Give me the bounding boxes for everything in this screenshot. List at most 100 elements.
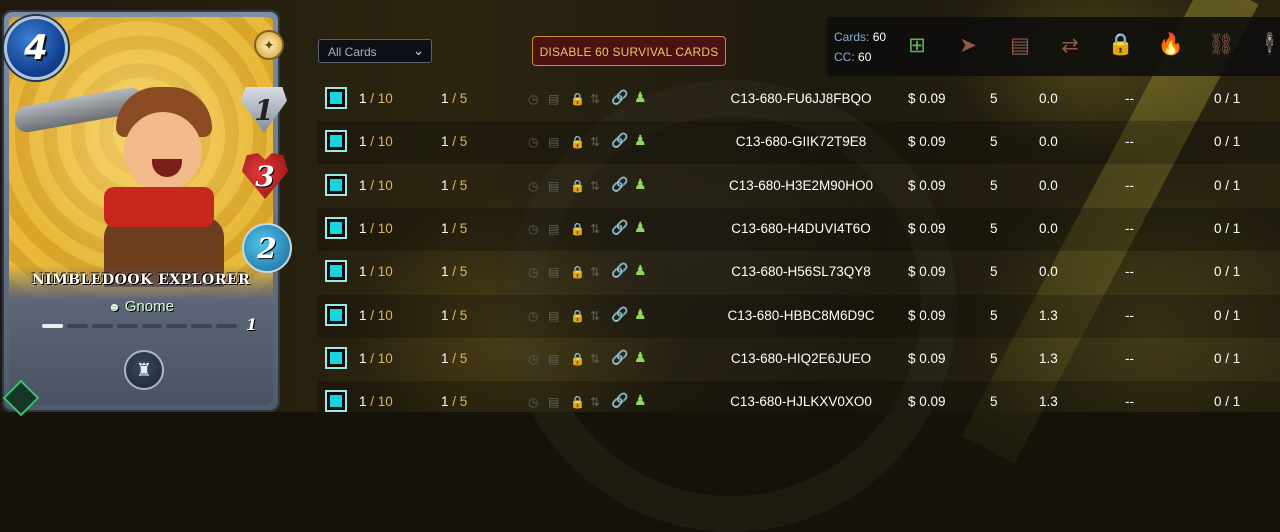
- card-id[interactable]: C13-680-GIIK72T9E8: [721, 134, 881, 149]
- owner-icon[interactable]: ♟: [634, 132, 647, 149]
- power-cell: 0.0: [1039, 264, 1058, 280]
- owner-icon[interactable]: ♟: [634, 262, 647, 279]
- card-id[interactable]: C13-680-HIQ2E6JUEO: [721, 351, 881, 366]
- uses-cell: 0 / 1: [1214, 220, 1241, 236]
- send-icon[interactable]: ➤: [955, 32, 981, 58]
- owner-icon[interactable]: ♟: [634, 349, 647, 366]
- power-cell: 0.0: [1039, 134, 1058, 150]
- uses-cell: 0 / 1: [1214, 350, 1241, 366]
- level-cell: 1 / 10: [359, 178, 393, 193]
- cards-count-label: Cards:: [834, 30, 870, 44]
- row-select-checkbox[interactable]: [325, 87, 347, 109]
- bcx-value: 1: [441, 350, 449, 366]
- rental-cell: --: [1125, 220, 1134, 236]
- uses-cell: 0 / 1: [1214, 394, 1241, 410]
- row-select-checkbox[interactable]: [325, 173, 347, 196]
- rental-cell: --: [1125, 350, 1134, 366]
- card-type: ☻ Gnome: [2, 298, 280, 315]
- table-row[interactable]: 1 / 10 1 / 5 ◷ ▤ 🔒 ⇅ 🔗 ♟ C13-680-HJLKXV0XO0 $ 0.0…: [318, 381, 1280, 412]
- level-max: / 10: [370, 394, 393, 410]
- link-icon[interactable]: 🔗: [611, 306, 628, 323]
- level-segment: [116, 324, 138, 328]
- table-row[interactable]: 1 / 10 1 / 5 ◷ ▤ 🔒 ⇅ 🔗 ♟ C13-680-HIQ2E6JUEO $ 0.0…: [318, 338, 1280, 381]
- market-sell-icon[interactable]: ▤: [1007, 32, 1033, 58]
- rental-cell: --: [1125, 134, 1134, 150]
- lock-icon: 🔒: [570, 221, 585, 236]
- bcx-value: 1: [441, 177, 449, 193]
- burn-icon[interactable]: 🔥: [1158, 32, 1184, 58]
- disable-survival-cards-button[interactable]: DISABLE 60 SURVIVAL CARDS: [532, 36, 726, 66]
- link-icon[interactable]: 🔗: [611, 132, 628, 149]
- row-select-checkbox[interactable]: [325, 130, 347, 153]
- lock-icon: 🔒: [570, 135, 585, 150]
- level-value: 1: [359, 350, 367, 366]
- uses-cell: 0 / 1: [1214, 91, 1241, 106]
- card-id[interactable]: C13-680-FU6JJ8FBQO: [721, 91, 881, 106]
- table-row[interactable]: 1 / 10 1 / 5 ◷ ▤ 🔒 ⇅ 🔗 ♟ C13-680-FU6JJ8FBQO $ 0.0…: [318, 78, 1280, 121]
- table-row[interactable]: 1 / 10 1 / 5 ◷ ▤ 🔒 ⇅ 🔗 ♟ C13-680-H56SL73QY8 $ 0.0…: [318, 251, 1280, 294]
- transfer-icon[interactable]: ⇄: [1057, 32, 1083, 58]
- rental-cell: --: [1125, 177, 1134, 193]
- link-icon[interactable]: 🔗: [611, 89, 628, 106]
- price-cell: $ 0.09: [908, 307, 946, 323]
- table-row[interactable]: 1 / 10 1 / 5 ◷ ▤ 🔒 ⇅ 🔗 ♟ C13-680-H3E2M90HO0 $ 0.0…: [318, 165, 1280, 208]
- card-id[interactable]: C13-680-H56SL73QY8: [721, 264, 881, 279]
- price-cell: $ 0.09: [908, 350, 946, 366]
- card-table: 1 / 10 1 / 5 ◷ ▤ 🔒 ⇅ 🔗 ♟ C13-680-FU6JJ8FBQO $ 0.0…: [318, 78, 1280, 412]
- lock-icon: 🔒: [570, 351, 585, 366]
- market-icon: ▤: [548, 92, 560, 106]
- transfer-icon: ⇅: [590, 178, 601, 193]
- table-row[interactable]: 1 / 10 1 / 5 ◷ ▤ 🔒 ⇅ 🔗 ♟ C13-680-H4DUVI4T6O $ 0.0…: [318, 207, 1280, 251]
- row-select-checkbox[interactable]: [325, 390, 347, 412]
- link-icon[interactable]: 🔗: [611, 262, 628, 279]
- delegate-icon[interactable]: 🕴: [1257, 32, 1280, 58]
- level-value: 1: [359, 134, 367, 150]
- card-id[interactable]: C13-680-H3E2M90HO0: [721, 178, 881, 193]
- card-id[interactable]: C13-680-HJLKXV0XO0: [721, 394, 881, 409]
- price-cell: $ 0.09: [908, 134, 946, 150]
- level-segment: [216, 324, 237, 328]
- table-row[interactable]: 1 / 10 1 / 5 ◷ ▤ 🔒 ⇅ 🔗 ♟ C13-680-GIIK72T9E8 $ 0.0…: [318, 121, 1280, 165]
- row-select-checkbox[interactable]: [325, 260, 347, 283]
- gnome-icon: ☻: [108, 300, 121, 314]
- xp-cell: 5: [990, 307, 998, 323]
- market-icon: ▤: [548, 221, 560, 236]
- card-filter-select[interactable]: All Cards ⌄: [318, 39, 432, 63]
- link-icon[interactable]: 🔗: [611, 392, 628, 409]
- lock-icon: 🔒: [570, 308, 585, 323]
- xp-cell: 5: [990, 177, 998, 193]
- row-select-checkbox[interactable]: [325, 216, 347, 239]
- uses-cell: 0 / 1: [1214, 177, 1241, 193]
- rental-cell: --: [1125, 91, 1134, 106]
- add-to-collection-icon[interactable]: ⊞: [904, 32, 930, 58]
- card-id[interactable]: C13-680-HBBC8M6D9C: [721, 308, 881, 323]
- owner-icon[interactable]: ♟: [634, 392, 647, 409]
- table-row[interactable]: 1 / 10 1 / 5 ◷ ▤ 🔒 ⇅ 🔗 ♟ C13-680-HBBC8M6D9C $ 0.0…: [318, 294, 1280, 338]
- lock-icon[interactable]: 🔒: [1108, 32, 1134, 58]
- row-select-checkbox[interactable]: [325, 346, 347, 369]
- transfer-icon: ⇅: [590, 308, 601, 323]
- owner-icon[interactable]: ♟: [634, 219, 647, 236]
- owner-icon[interactable]: ♟: [634, 89, 647, 106]
- uses-cell: 0 / 1: [1214, 134, 1241, 150]
- link-icon[interactable]: 🔗: [611, 219, 628, 236]
- row-select-checkbox[interactable]: [325, 303, 347, 326]
- level-segment: [141, 324, 163, 328]
- bcx-max: / 5: [452, 394, 468, 410]
- price-cell: $ 0.09: [908, 177, 946, 193]
- clock-icon: ◷: [528, 395, 539, 410]
- cc-count-label: CC:: [834, 50, 855, 64]
- level-cell: 1 / 10: [359, 134, 393, 149]
- transfer-icon: ⇅: [590, 135, 601, 150]
- rental-cell: --: [1125, 307, 1134, 323]
- transfer-icon: ⇅: [590, 395, 601, 410]
- level-value: 1: [359, 264, 367, 280]
- unlink-icon[interactable]: ⛓: [1208, 32, 1235, 58]
- owner-icon[interactable]: ♟: [634, 306, 647, 323]
- link-icon[interactable]: 🔗: [611, 176, 628, 193]
- card-id[interactable]: C13-680-H4DUVI4T6O: [721, 221, 881, 236]
- link-icon[interactable]: 🔗: [611, 349, 628, 366]
- power-cell: 1.3: [1039, 394, 1058, 410]
- owner-icon[interactable]: ♟: [634, 176, 647, 193]
- power-cell: 1.3: [1039, 350, 1058, 366]
